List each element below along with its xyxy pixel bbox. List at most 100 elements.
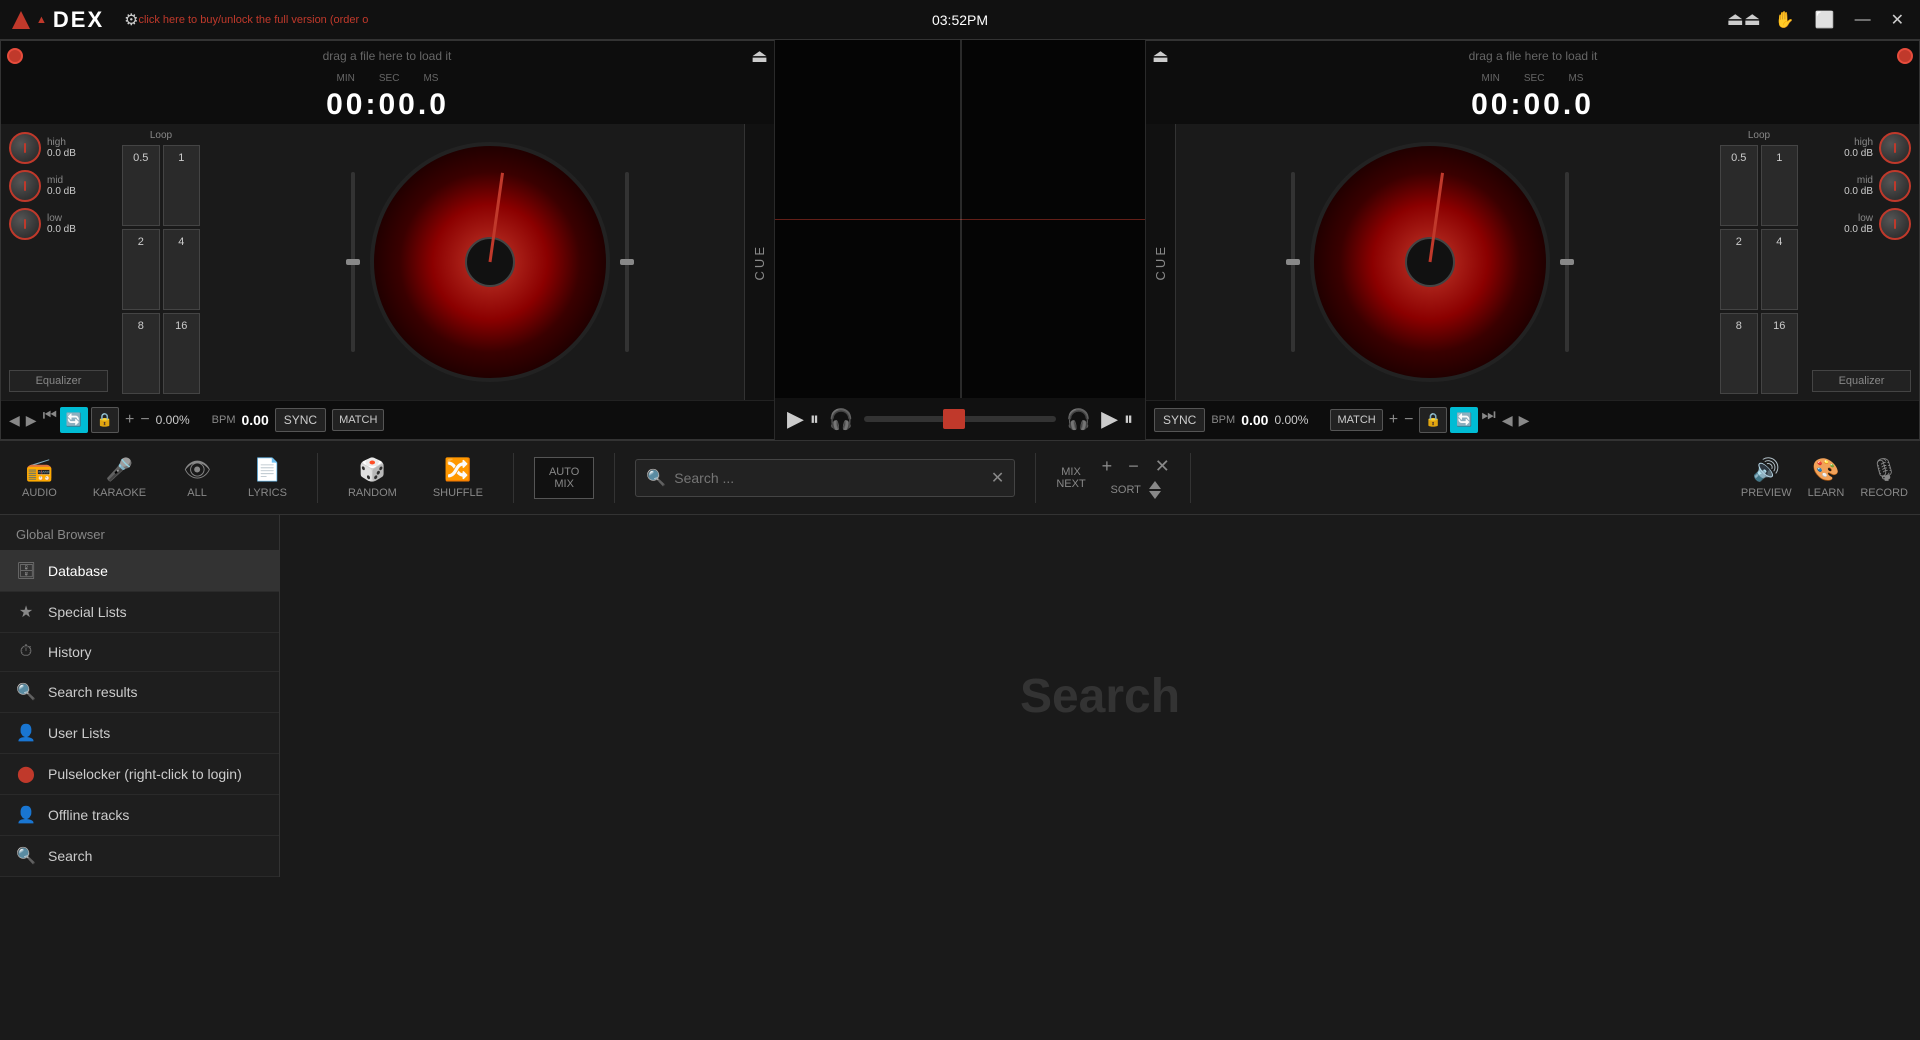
pitch-pct-left: 0.00% [156, 413, 206, 427]
toolbar-random-btn[interactable]: 🎲 RANDOM [338, 451, 407, 505]
crossfader-track[interactable] [864, 416, 1056, 422]
restore-button[interactable]: ⬜ [1809, 8, 1841, 32]
turntable-left[interactable] [370, 142, 610, 382]
star-icon: ★ [16, 602, 36, 622]
turntable-right[interactable] [1310, 142, 1550, 382]
timer-sec-label-left: SEC [379, 73, 400, 84]
loop-active-btn-left[interactable]: 🔄 [60, 407, 88, 433]
sidebar-item-search-results[interactable]: 🔍 Search results [0, 672, 279, 713]
plus-btn-left[interactable]: + [125, 411, 134, 429]
sort-arrow-up-icon[interactable] [1149, 481, 1161, 489]
cue-prev-icon-left[interactable]: ⏮ [43, 407, 57, 433]
loop-btn-16-left[interactable]: 16 [163, 313, 201, 394]
equalizer-btn-right[interactable]: Equalizer [1812, 370, 1911, 392]
eq-low-knob-left[interactable] [9, 208, 41, 240]
loop-btn-16-right[interactable]: 16 [1761, 313, 1799, 394]
record-btn[interactable]: 🎙 RECORD [1860, 457, 1908, 499]
search-clear-icon[interactable]: ✕ [991, 468, 1004, 488]
play-btn-right[interactable]: ▶ [1101, 406, 1118, 432]
sync-btn-right[interactable]: SYNC [1154, 408, 1205, 432]
pause-btn-left[interactable]: ⏸ [810, 409, 819, 430]
loop-btn-4-right[interactable]: 4 [1761, 229, 1799, 310]
sidebar: Global Browser 🗄 Database ★ Special List… [0, 515, 280, 877]
toolbar-lyrics-btn[interactable]: 📄 LYRICS [238, 451, 297, 505]
headphone-right-icon[interactable]: 🎧 [1066, 407, 1091, 432]
eq-high-knob-right[interactable] [1879, 132, 1911, 164]
play-btn-left[interactable]: ▶ [787, 406, 804, 432]
cue-label-left[interactable]: CUE [752, 244, 767, 280]
cue-prev-icon-right[interactable]: ⏭ [1481, 407, 1495, 433]
pitch-handle-left[interactable] [346, 259, 360, 265]
close-button[interactable]: ✕ [1885, 8, 1910, 32]
match-btn-left[interactable]: MATCH [332, 409, 384, 431]
deck-right-eject-icon[interactable]: ⏏ [1152, 46, 1169, 67]
minus-btn-left[interactable]: − [140, 411, 149, 429]
toolbar-all-btn[interactable]: 👁 ALL [172, 451, 222, 505]
lyrics-icon: 📄 [254, 457, 281, 483]
loop-btn-1-left[interactable]: 1 [163, 145, 201, 226]
sync-btn-left[interactable]: SYNC [275, 408, 326, 432]
eject-left-icon[interactable]: ⏏ [1727, 9, 1744, 30]
lock-btn-left[interactable]: 🔒 [91, 407, 119, 433]
sort-close-icon[interactable]: ✕ [1155, 456, 1170, 477]
preview-btn[interactable]: 🔊 PREVIEW [1741, 457, 1792, 499]
toolbar-shuffle-btn[interactable]: 🔀 SHUFFLE [423, 451, 493, 505]
sidebar-item-offline-tracks[interactable]: 👤 Offline tracks [0, 795, 279, 836]
eq-high-knob-left[interactable] [9, 132, 41, 164]
eq-low-knob-right[interactable] [1879, 208, 1911, 240]
loop-btn-2-right[interactable]: 2 [1720, 229, 1758, 310]
touch-icon[interactable]: ✋ [1769, 8, 1801, 32]
sidebar-item-user-lists[interactable]: 👤 User Lists [0, 713, 279, 754]
crossfader-handle[interactable] [943, 409, 965, 429]
minimize-button[interactable]: — [1849, 9, 1877, 31]
nav-next-right[interactable]: ▶ [1519, 412, 1530, 429]
equalizer-btn-left[interactable]: Equalizer [9, 370, 108, 392]
nav-prev-right[interactable]: ◀ [1502, 412, 1513, 429]
history-icon: ⏱ [16, 643, 36, 661]
toolbar-audio-btn[interactable]: 📻 AUDIO [12, 451, 67, 505]
lock-btn-right[interactable]: 🔒 [1419, 407, 1447, 433]
loop-btn-0-5-left[interactable]: 0.5 [122, 145, 160, 226]
sidebar-item-pulselocker[interactable]: ⬤ Pulselocker (right-click to login) [0, 754, 279, 795]
headphone-left-icon[interactable]: 🎧 [829, 407, 854, 432]
sort-area: + − ✕ SORT [1102, 456, 1170, 499]
cue-btn-right-area[interactable]: CUE [1146, 124, 1176, 400]
cue-label-right[interactable]: CUE [1153, 244, 1168, 280]
loop-btn-8-right[interactable]: 8 [1720, 313, 1758, 394]
settings-icon[interactable]: ⚙ [124, 10, 138, 30]
minus-btn-right[interactable]: − [1404, 411, 1413, 429]
pause-btn-right[interactable]: ⏸ [1124, 409, 1133, 430]
automix-btn[interactable]: AUTO MIX [534, 457, 594, 499]
search-input[interactable] [674, 470, 983, 486]
sort-arrow-down-icon[interactable] [1149, 491, 1161, 499]
toolbar-karaoke-btn[interactable]: 🎤 KARAOKE [83, 451, 156, 505]
loop-btn-2-left[interactable]: 2 [122, 229, 160, 310]
deck-right-drag-text: drag a file here to load it [1175, 49, 1891, 63]
loop-btn-0-5-right[interactable]: 0.5 [1720, 145, 1758, 226]
loop-btn-8-left[interactable]: 8 [122, 313, 160, 394]
deck-left-eject-icon[interactable]: ⏏ [751, 46, 768, 67]
sidebar-item-search[interactable]: 🔍 Search [0, 836, 279, 877]
cue-btn-left-area[interactable]: CUE [744, 124, 774, 400]
pitch-track-left [351, 172, 355, 352]
eq-mid-knob-right[interactable] [1879, 170, 1911, 202]
toolbar-right: 🔊 PREVIEW 🎨 LEARN 🎙 RECORD [1741, 457, 1908, 499]
loop-btn-4-left[interactable]: 4 [163, 229, 201, 310]
sort-plus-icon[interactable]: + [1102, 456, 1113, 477]
nav-prev-left[interactable]: ◀ [9, 412, 20, 429]
loop-active-btn-right[interactable]: 🔄 [1450, 407, 1478, 433]
eq-mid-knob-left[interactable] [9, 170, 41, 202]
pitch-handle-right-left-deck[interactable] [620, 259, 634, 265]
sidebar-item-special-lists[interactable]: ★ Special Lists [0, 592, 279, 633]
plus-btn-right[interactable]: + [1389, 411, 1398, 429]
eject-right-icon[interactable]: ⏏ [1744, 9, 1761, 30]
sort-minus-icon[interactable]: − [1128, 456, 1139, 477]
pitch-handle-right-rd[interactable] [1560, 259, 1574, 265]
loop-btn-1-right[interactable]: 1 [1761, 145, 1799, 226]
learn-btn[interactable]: 🎨 LEARN [1808, 457, 1845, 499]
match-btn-right[interactable]: MATCH [1330, 409, 1382, 431]
sidebar-item-database[interactable]: 🗄 Database [0, 551, 279, 592]
pitch-handle-left-rd[interactable] [1286, 259, 1300, 265]
nav-next-left[interactable]: ▶ [26, 412, 37, 429]
sidebar-item-history[interactable]: ⏱ History [0, 633, 279, 672]
